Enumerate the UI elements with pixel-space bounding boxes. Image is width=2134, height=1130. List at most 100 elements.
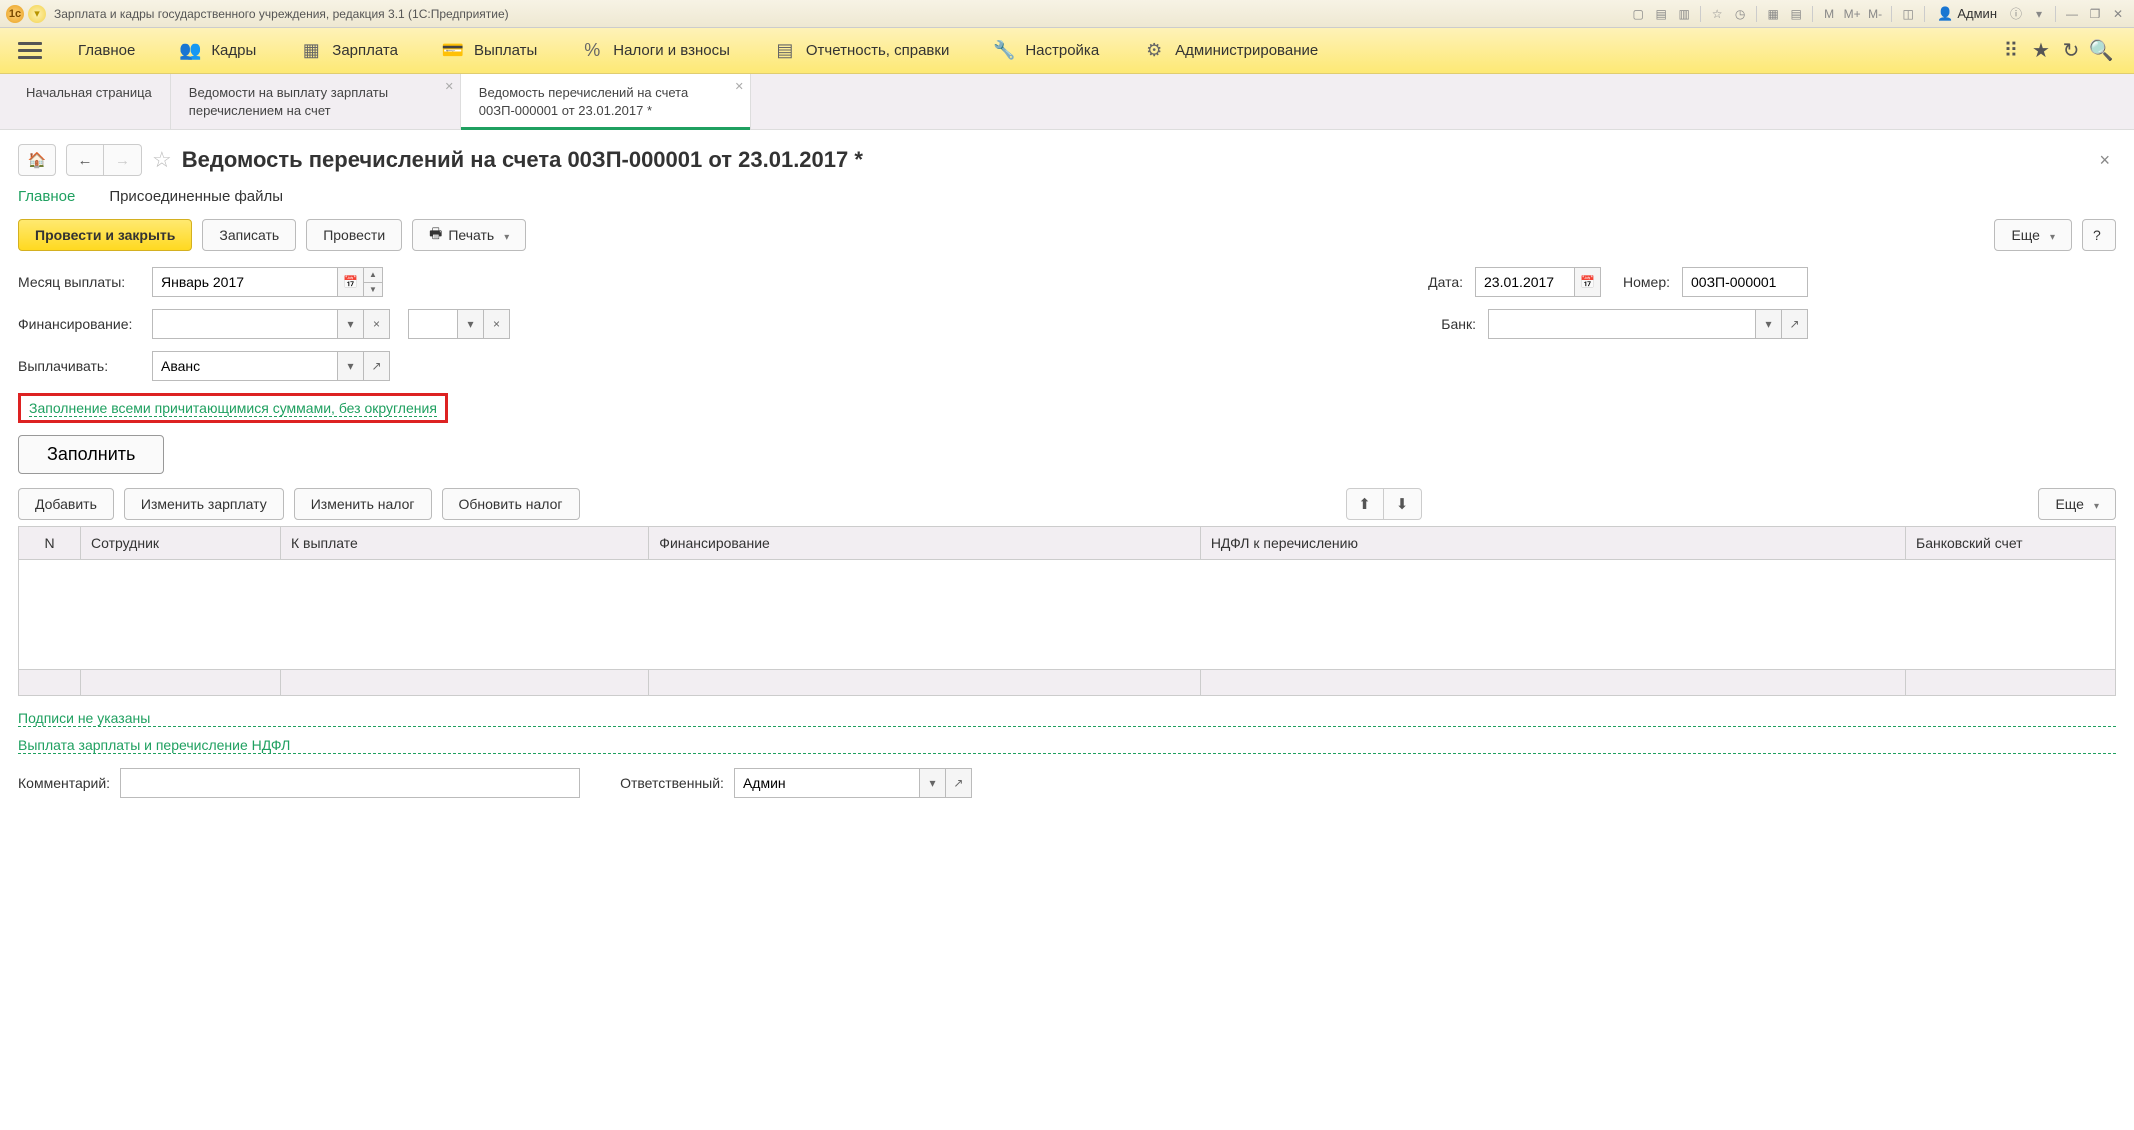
col-employee[interactable]: Сотрудник <box>81 527 281 560</box>
document-tabs: Начальная страница Ведомости на выплату … <box>0 74 2134 130</box>
col-bank[interactable]: Банковский счет <box>1906 527 2116 560</box>
edit-salary-button[interactable]: Изменить зарплату <box>124 488 284 520</box>
pay-open-icon[interactable]: ↗ <box>364 351 390 381</box>
info-dropdown-icon[interactable]: ▾ <box>2029 5 2049 23</box>
month-up-icon[interactable]: ▲ <box>364 268 382 283</box>
menu-label: Зарплата <box>332 42 398 59</box>
bank-dropdown-icon[interactable]: ▾ <box>1756 309 1782 339</box>
tab-close-icon[interactable]: ✕ <box>445 80 454 93</box>
subtab-main[interactable]: Главное <box>18 188 75 205</box>
finance2-input[interactable] <box>408 309 458 339</box>
favorite-star-icon[interactable]: ☆ <box>152 147 172 173</box>
more-button[interactable]: Еще <box>1994 219 2072 251</box>
document-close-icon[interactable]: × <box>2093 150 2116 171</box>
tab-close-icon[interactable]: ✕ <box>735 80 744 93</box>
more-label: Еще <box>2011 227 2040 243</box>
fill-settings-highlight: Заполнение всеми причитающимися суммами,… <box>18 393 448 423</box>
toolbar-icon-3[interactable]: ▥ <box>1674 5 1694 23</box>
menu-taxes[interactable]: %Налоги и взносы <box>559 28 752 74</box>
nav-back-button[interactable]: ← <box>66 144 104 176</box>
fill-settings-link[interactable]: Заполнение всеми причитающимися суммами,… <box>29 400 437 417</box>
post-button[interactable]: Провести <box>306 219 402 251</box>
m-icon[interactable]: M <box>1819 5 1839 23</box>
table-more-button[interactable]: Еще <box>2038 488 2116 520</box>
info-icon[interactable]: ⓘ <box>2006 5 2026 23</box>
tab-document[interactable]: Ведомость перечислений на счета 00ЗП-000… <box>461 74 751 129</box>
tab-list[interactable]: Ведомости на выплату зарплаты перечислен… <box>171 74 461 129</box>
responsible-open-icon[interactable]: ↗ <box>946 768 972 798</box>
menu-staff[interactable]: 👥Кадры <box>157 28 278 74</box>
date-input[interactable] <box>1475 267 1575 297</box>
row-down-button[interactable]: ⬇ <box>1384 488 1422 520</box>
comment-input[interactable] <box>120 768 580 798</box>
toolbar-icon-2[interactable]: ▤ <box>1651 5 1671 23</box>
month-down-icon[interactable]: ▼ <box>364 283 382 297</box>
title-bar: 1c ▾ Зарплата и кадры государственного у… <box>0 0 2134 28</box>
write-button[interactable]: Записать <box>202 219 296 251</box>
menu-hamburger-icon[interactable] <box>18 42 42 59</box>
menu-payments[interactable]: 💳Выплаты <box>420 28 559 74</box>
panels-icon[interactable]: ◫ <box>1898 5 1918 23</box>
col-topay[interactable]: К выплате <box>281 527 649 560</box>
calendar-icon[interactable]: ▤ <box>1786 5 1806 23</box>
nav-forward-button[interactable]: → <box>104 144 142 176</box>
favorite-icon[interactable]: ☆ <box>1707 5 1727 23</box>
print-button[interactable]: 🖶Печать <box>412 219 526 251</box>
fill-button[interactable]: Заполнить <box>18 435 164 474</box>
menu-reports[interactable]: ▤Отчетность, справки <box>752 28 971 74</box>
help-button[interactable]: ? <box>2082 219 2116 251</box>
apps-grid-icon[interactable]: ⠿ <box>1996 38 2026 63</box>
finance2-clear-icon[interactable]: × <box>484 309 510 339</box>
finance-input[interactable] <box>152 309 338 339</box>
responsible-input[interactable] <box>734 768 920 798</box>
finance-dropdown-icon[interactable]: ▾ <box>338 309 364 339</box>
comment-label: Комментарий: <box>18 775 110 791</box>
responsible-dropdown-icon[interactable]: ▾ <box>920 768 946 798</box>
tab-home[interactable]: Начальная страница <box>8 74 171 129</box>
post-and-close-button[interactable]: Провести и закрыть <box>18 219 192 251</box>
history-icon[interactable]: ↻ <box>2056 38 2086 63</box>
menu-admin[interactable]: ⚙Администрирование <box>1121 28 1340 74</box>
calculator-icon[interactable]: ▦ <box>1763 5 1783 23</box>
col-finance[interactable]: Финансирование <box>649 527 1201 560</box>
home-button[interactable]: 🏠 <box>18 144 56 176</box>
window-minimize-icon[interactable]: — <box>2062 5 2082 23</box>
app-dropdown-icon[interactable]: ▾ <box>28 5 46 23</box>
m-minus-icon[interactable]: M- <box>1865 5 1885 23</box>
ndfl-transfer-link[interactable]: Выплата зарплаты и перечисление НДФЛ <box>18 737 2116 754</box>
main-menu: Главное 👥Кадры ▦Зарплата 💳Выплаты %Налог… <box>0 28 2134 74</box>
date-picker-icon[interactable]: 📅 <box>1575 267 1601 297</box>
bank-input[interactable] <box>1488 309 1756 339</box>
pay-dropdown-icon[interactable]: ▾ <box>338 351 364 381</box>
row-up-button[interactable]: ⬆ <box>1346 488 1384 520</box>
month-input[interactable] <box>152 267 338 297</box>
window-close-icon[interactable]: ✕ <box>2108 5 2128 23</box>
finance-clear-icon[interactable]: × <box>364 309 390 339</box>
window-restore-icon[interactable]: ❐ <box>2085 5 2105 23</box>
update-tax-button[interactable]: Обновить налог <box>442 488 580 520</box>
m-plus-icon[interactable]: M+ <box>1842 5 1862 23</box>
table-empty-body[interactable] <box>19 560 2116 670</box>
toolbar-icon-1[interactable]: ▢ <box>1628 5 1648 23</box>
edit-tax-button[interactable]: Изменить налог <box>294 488 432 520</box>
bank-open-icon[interactable]: ↗ <box>1782 309 1808 339</box>
col-n[interactable]: N <box>19 527 81 560</box>
add-row-button[interactable]: Добавить <box>18 488 114 520</box>
menu-main[interactable]: Главное <box>56 28 157 74</box>
pay-input[interactable] <box>152 351 338 381</box>
tab-label: Ведомость перечислений на счета 00ЗП-000… <box>479 84 732 119</box>
col-ndfl[interactable]: НДФЛ к перечислению <box>1200 527 1905 560</box>
number-input[interactable] <box>1682 267 1808 297</box>
menu-settings[interactable]: 🔧Настройка <box>971 28 1121 74</box>
signatures-link[interactable]: Подписи не указаны <box>18 710 2116 727</box>
subtab-files[interactable]: Присоединенные файлы <box>109 188 283 205</box>
current-user[interactable]: 👤 Админ <box>1931 6 2003 22</box>
clock-icon[interactable]: ◷ <box>1730 5 1750 23</box>
menu-salary[interactable]: ▦Зарплата <box>278 28 420 74</box>
finance2-dropdown-icon[interactable]: ▾ <box>458 309 484 339</box>
search-icon[interactable]: 🔍 <box>2086 38 2116 63</box>
printer-icon: 🖶 <box>429 223 442 247</box>
tab-label: Ведомости на выплату зарплаты перечислен… <box>189 84 442 119</box>
star-icon[interactable]: ★ <box>2026 38 2056 63</box>
month-picker-icon[interactable]: 📅 <box>338 267 364 297</box>
